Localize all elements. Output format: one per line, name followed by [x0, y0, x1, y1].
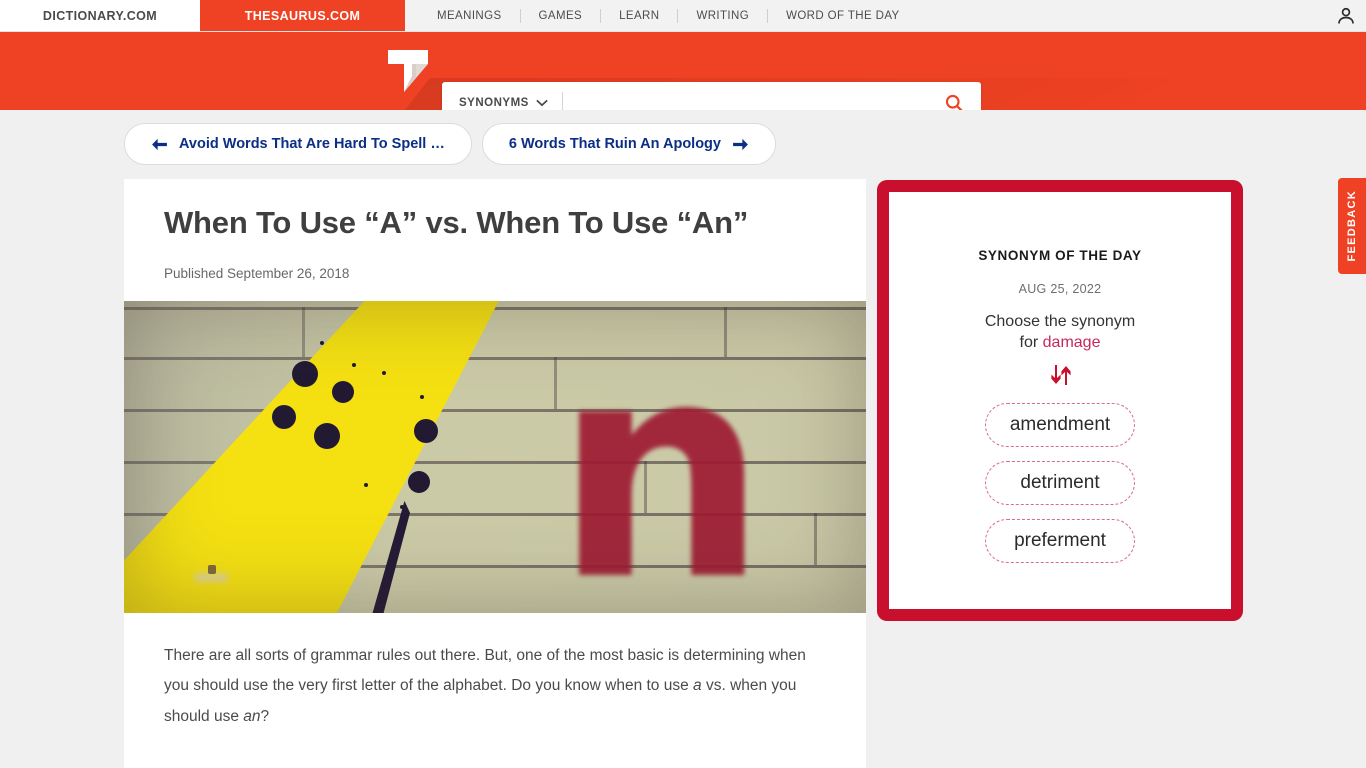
search-scope-dropdown[interactable]: SYNONYMS — [442, 82, 562, 110]
pager-previous-article[interactable]: Avoid Words That Are Hard To Spell … — [124, 123, 472, 165]
feedback-tab[interactable]: FEEDBACK — [1338, 178, 1366, 274]
search-box: SYNONYMS — [442, 82, 981, 110]
thesaurus-logo[interactable] — [386, 48, 430, 94]
search-input[interactable] — [562, 82, 927, 110]
sidebar: SYNONYM OF THE DAY AUG 25, 2022 Choose t… — [866, 179, 1366, 621]
synonym-of-the-day-date: AUG 25, 2022 — [1018, 282, 1102, 296]
content-columns: When To Use “A” vs. When To Use “An” Pub… — [0, 179, 1366, 768]
site-tab-thesaurus[interactable]: THESAURUS.COM — [200, 0, 405, 31]
prompt-target-word: damage — [1042, 334, 1101, 352]
paragraph-emphasis-an: an — [243, 707, 261, 725]
page-body: Avoid Words That Are Hard To Spell … 6 W… — [0, 110, 1366, 768]
page-title: When To Use “A” vs. When To Use “An” — [164, 205, 749, 240]
search-icon — [945, 94, 963, 110]
arrow-left-icon — [152, 138, 167, 150]
top-bar: DICTIONARY.COM THESAURUS.COM MEANINGS GA… — [0, 0, 1366, 32]
chevron-down-icon — [536, 99, 548, 107]
paragraph-emphasis-a: a — [693, 677, 702, 695]
pager-previous-label: Avoid Words That Are Hard To Spell … — [179, 136, 445, 152]
article-card: When To Use “A” vs. When To Use “An” Pub… — [124, 179, 866, 768]
feedback-label: FEEDBACK — [1346, 190, 1358, 262]
synonym-of-the-day-widget: SYNONYM OF THE DAY AUG 25, 2022 Choose t… — [877, 180, 1243, 621]
site-tab-dictionary[interactable]: DICTIONARY.COM — [0, 0, 200, 31]
nav-item-writing[interactable]: WRITING — [678, 10, 767, 22]
nav-item-learn[interactable]: LEARN — [601, 10, 677, 22]
nav-item-games[interactable]: GAMES — [521, 10, 601, 22]
site-tab-thesaurus-label: THESAURUS.COM — [244, 8, 361, 23]
account-person-icon[interactable] — [1336, 6, 1356, 26]
image-vignette — [124, 301, 866, 613]
paragraph-text-3: ? — [260, 707, 270, 725]
synonym-choice-1[interactable]: amendment — [985, 402, 1135, 447]
article-paragraph: There are all sorts of grammar rules out… — [124, 613, 866, 732]
synonym-choice-2[interactable]: detriment — [985, 460, 1135, 505]
search-button[interactable] — [927, 82, 981, 110]
arrow-right-icon — [733, 138, 748, 150]
pager-next-article[interactable]: 6 Words That Ruin An Apology — [481, 123, 776, 165]
search-band: SYNONYMS — [0, 32, 1366, 110]
synonym-of-the-day-title: SYNONYM OF THE DAY — [978, 248, 1142, 263]
synonym-choice-3[interactable]: preferment — [985, 518, 1135, 563]
pager-next-label: 6 Words That Ruin An Apology — [508, 136, 721, 152]
synonym-choices: amendment detriment preferment — [985, 402, 1135, 563]
article-pager: Avoid Words That Are Hard To Spell … 6 W… — [0, 110, 1366, 179]
nav-item-word-of-the-day[interactable]: WORD OF THE DAY — [768, 10, 918, 22]
site-tab-dictionary-label: DICTIONARY.COM — [42, 8, 158, 23]
prompt-line-1: Choose the synonym — [984, 313, 1136, 330]
main-navigation: MEANINGS GAMES LEARN WRITING WORD OF THE… — [405, 0, 918, 31]
swap-arrows-icon — [1045, 363, 1075, 387]
published-date: Published September 26, 2018 — [164, 265, 350, 281]
article-hero-image: n — [124, 300, 866, 613]
prompt-line-2: for — [1019, 334, 1043, 352]
synonym-of-the-day-prompt: Choose the synonym for damage — [985, 311, 1135, 354]
search-scope-label: SYNONYMS — [459, 97, 529, 109]
nav-item-meanings[interactable]: MEANINGS — [419, 10, 520, 22]
